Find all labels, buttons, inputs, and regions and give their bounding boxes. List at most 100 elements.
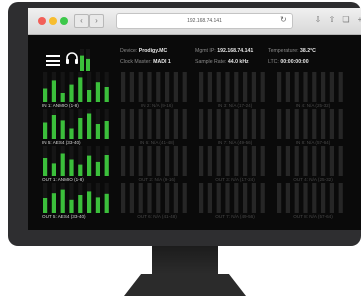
meter-track [251, 72, 256, 102]
meter-group[interactable]: OUT 3: N/A (17-24) [198, 146, 272, 184]
meter-track [156, 72, 161, 102]
sample-rate-value: 44.0 kHz [227, 59, 249, 65]
download-icon[interactable]: ⇩ [312, 14, 324, 26]
meter-track [260, 109, 265, 139]
meter-group[interactable]: OUT 7: N/A (49-56) [198, 183, 272, 221]
meter-track [225, 109, 230, 139]
meter-track [147, 72, 152, 102]
meter-track [156, 109, 161, 139]
meter-level [78, 195, 83, 213]
meter-track [173, 72, 178, 102]
meter-level [95, 82, 100, 102]
group-label: OUT 7: N/A (49-56) [215, 214, 255, 219]
minimize-window-button[interactable] [49, 17, 57, 25]
meter-level [104, 87, 109, 102]
meter-track [338, 146, 343, 176]
meter-track [173, 183, 178, 213]
tabs-icon[interactable]: ❏ [340, 14, 352, 26]
meter-track [338, 72, 343, 102]
meter-level [43, 122, 48, 139]
group-label: IN 4: N/A (25-32) [295, 103, 331, 108]
hamburger-menu-icon[interactable] [46, 55, 60, 66]
meter-track [121, 72, 126, 102]
meter-group[interactable]: IN 4: N/A (25-32) [276, 72, 350, 110]
meter-row-2: IN 5: AES4 (33-40) IN 6: N/A (41-48) IN … [28, 109, 361, 147]
meter-group[interactable]: OUT 8: N/A (57-64) [276, 183, 350, 221]
meter-group[interactable]: IN 8: N/A (57-64) [276, 109, 350, 147]
meter-level [87, 191, 92, 213]
meter-level [60, 153, 65, 176]
meter-track [251, 109, 256, 139]
meter-track [207, 72, 212, 102]
meter-group[interactable]: OUT 6: N/A (41-48) [120, 183, 194, 221]
meter-track [329, 109, 334, 139]
back-button[interactable]: ‹ [74, 14, 89, 28]
meter-track [243, 146, 248, 176]
group-label: OUT 2: N/A (9-16) [138, 177, 176, 182]
meter-bars [199, 183, 265, 213]
meter-level [104, 193, 109, 213]
group-label: OUT 5: AES4 (33-40) [42, 214, 86, 219]
meter-track [303, 146, 308, 176]
meter-track [199, 109, 204, 139]
reload-icon[interactable]: ↻ [280, 13, 287, 27]
meter-level [60, 189, 65, 213]
meter-track [277, 72, 282, 102]
meter-track [165, 146, 170, 176]
meter-track [303, 72, 308, 102]
chevron-left-icon: ‹ [80, 16, 83, 25]
meter-track [260, 72, 265, 102]
meter-track [312, 183, 317, 213]
device-info: Device: Prodigy.MC [120, 48, 168, 54]
meter-level [78, 164, 83, 176]
meter-track [234, 72, 239, 102]
meter-bars [43, 183, 109, 213]
forward-button[interactable]: › [89, 14, 104, 28]
meter-track [121, 183, 126, 213]
mgmt-ip-value: 192.168.74.141 [217, 48, 254, 54]
meter-group[interactable]: OUT 2: N/A (9-16) [120, 146, 194, 184]
meter-track [138, 72, 143, 102]
meter-group[interactable]: IN 2: N/A (9-16) [120, 72, 194, 110]
device-name: Prodigy.MC [138, 48, 168, 54]
meter-group[interactable]: IN 5: AES4 (33-40) [42, 109, 116, 147]
meter-group[interactable]: OUT 5: AES4 (33-40) [42, 183, 116, 221]
meter-track [321, 146, 326, 176]
meter-level [69, 84, 74, 102]
meter-track [129, 146, 134, 176]
group-label: IN 7: N/A (49-56) [217, 140, 253, 145]
ltc-value: 00:00:00:00 [280, 59, 309, 65]
meter-track [303, 109, 308, 139]
clock-master-value: MADI 1 [153, 59, 171, 65]
meter-group[interactable]: IN 1: ANMIO (1-8) [42, 72, 116, 110]
meter-group[interactable]: IN 7: N/A (49-56) [198, 109, 272, 147]
group-label: IN 5: AES4 (33-40) [42, 140, 81, 145]
meter-track [216, 183, 221, 213]
browser-toolbar: ‹ › 192.168.74.141 ↻ ⇩ ⇧ ❏ + [28, 8, 361, 35]
meter-level [87, 155, 92, 176]
meter-level [43, 158, 48, 176]
close-window-button[interactable] [38, 17, 46, 25]
headphones-icon[interactable] [65, 51, 79, 65]
address-bar[interactable]: 192.168.74.141 [116, 13, 293, 29]
temperature-value: 38.2°C [300, 48, 316, 54]
meter-group[interactable]: OUT 4: N/A (25-32) [276, 146, 350, 184]
meter-track [156, 146, 161, 176]
meter-track [199, 183, 204, 213]
meter-group[interactable]: IN 3: N/A (17-24) [198, 72, 272, 110]
zoom-window-button[interactable] [60, 17, 68, 25]
group-label: OUT 1: ANMIO (1-8) [42, 177, 84, 182]
meter-level [51, 115, 56, 139]
meter-group[interactable]: IN 6: N/A (41-48) [120, 109, 194, 147]
meter-group[interactable]: OUT 1: ANMIO (1-8) [42, 146, 116, 184]
add-tab-icon[interactable]: + [354, 14, 361, 26]
meter-level [60, 93, 65, 102]
meter-track [207, 183, 212, 213]
meter-bars [277, 146, 343, 176]
meter-track [285, 183, 290, 213]
group-label: OUT 8: N/A (57-64) [293, 214, 333, 219]
meter-bars [199, 146, 265, 176]
share-icon[interactable]: ⇧ [326, 14, 338, 26]
meter-track [207, 109, 212, 139]
meter-track [321, 183, 326, 213]
